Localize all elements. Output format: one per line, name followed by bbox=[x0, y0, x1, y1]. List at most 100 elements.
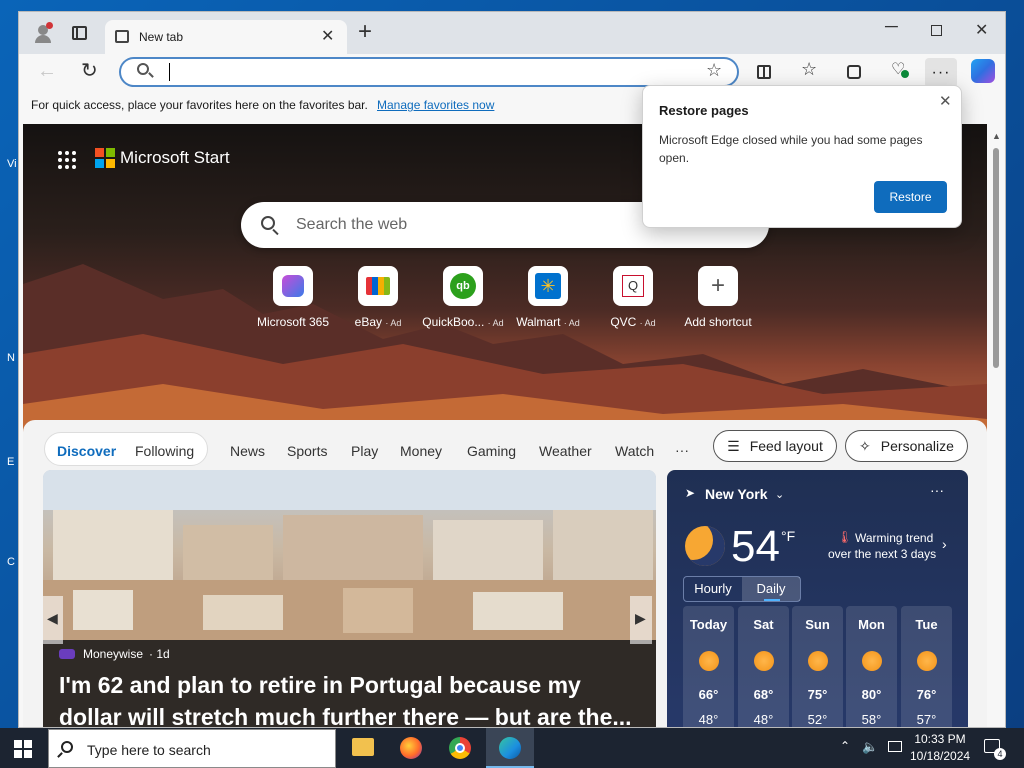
more-tabs-icon[interactable]: ··· bbox=[675, 442, 689, 458]
dialog-title: Restore pages bbox=[659, 103, 749, 118]
carousel-next-button[interactable]: ▶ bbox=[630, 596, 652, 644]
tab-new-tab[interactable]: New tab ✕ bbox=[105, 20, 347, 54]
shortcut-walmart[interactable]: ✳ Walmart · Ad bbox=[503, 266, 593, 329]
desktop-icon-label: Vi bbox=[7, 158, 17, 170]
shortcut-add[interactable]: + Add shortcut bbox=[673, 266, 763, 329]
forecast-day-name: Tue bbox=[915, 617, 938, 632]
address-bar[interactable]: ☆ bbox=[119, 57, 739, 87]
manage-favorites-link[interactable]: Manage favorites now bbox=[377, 98, 494, 112]
brand-title[interactable]: Microsoft Start bbox=[120, 148, 230, 168]
shortcut-quickbooks[interactable]: qb QuickBoo... · Ad bbox=[418, 266, 508, 329]
forecast-day[interactable]: Mon 80° 58° bbox=[846, 606, 897, 727]
ad-badge: · Ad bbox=[385, 318, 402, 328]
tab-actions-button[interactable] bbox=[63, 18, 95, 48]
headline-line: dollar will stretch much further there —… bbox=[59, 704, 632, 728]
refresh-icon[interactable]: ↻ bbox=[81, 58, 98, 83]
tab-watch[interactable]: Watch bbox=[615, 443, 654, 459]
network-icon[interactable] bbox=[888, 741, 902, 752]
page-scrollbar[interactable]: ▲ bbox=[987, 124, 1005, 727]
shortcut-ebay[interactable]: eBay · Ad bbox=[333, 266, 423, 329]
forecast-low: 52° bbox=[807, 712, 828, 727]
new-tab-plus-icon[interactable]: + bbox=[358, 18, 372, 46]
split-screen-icon[interactable] bbox=[757, 65, 771, 79]
chrome-icon[interactable] bbox=[449, 737, 471, 759]
tab-gaming[interactable]: Gaming bbox=[467, 443, 516, 459]
tab-sports[interactable]: Sports bbox=[287, 443, 327, 459]
close-icon[interactable]: ✕ bbox=[939, 92, 952, 110]
forecast-day[interactable]: Today 66° 48° bbox=[683, 606, 734, 727]
forecast-high: 66° bbox=[698, 687, 719, 702]
forecast-low: 48° bbox=[698, 712, 719, 727]
temperature-unit[interactable]: °F bbox=[781, 528, 795, 544]
profile-button[interactable] bbox=[27, 18, 59, 48]
clock-date[interactable]: 10/18/2024 bbox=[910, 749, 970, 763]
weather-card[interactable]: ➤ New York ⌄ ··· 54 °F 🌡 Warming trend o… bbox=[667, 470, 968, 727]
close-tab-icon[interactable]: ✕ bbox=[321, 26, 334, 46]
back-arrow-icon[interactable]: ← bbox=[37, 60, 57, 83]
restore-pages-dialog: Restore pages ✕ Microsoft Edge closed wh… bbox=[642, 85, 962, 228]
forecast-day[interactable]: Sun 75° 52° bbox=[792, 606, 843, 727]
walmart-icon: ✳ bbox=[528, 266, 568, 306]
personalize-star-icon: ✧ bbox=[859, 437, 871, 454]
maximize-icon[interactable] bbox=[931, 25, 942, 36]
plus-icon: + bbox=[698, 266, 738, 306]
clock-time[interactable]: 10:33 PM bbox=[910, 732, 970, 746]
chevron-right-icon[interactable]: › bbox=[942, 536, 947, 552]
forecast-day[interactable]: Tue 76° 57° bbox=[901, 606, 952, 727]
tab-weather[interactable]: Weather bbox=[539, 443, 592, 459]
restore-button[interactable]: Restore bbox=[874, 181, 947, 213]
forecast-day[interactable]: Sat 68° 48° bbox=[738, 606, 789, 727]
weather-more-icon[interactable]: ··· bbox=[930, 482, 944, 498]
sliders-icon: ☰ bbox=[727, 437, 740, 454]
selected-indicator bbox=[764, 599, 780, 601]
scroll-up-icon[interactable]: ▲ bbox=[992, 131, 1001, 141]
location-arrow-icon: ➤ bbox=[685, 486, 696, 500]
tab-daily[interactable]: Daily bbox=[742, 577, 800, 601]
shortcut-microsoft-365[interactable]: Microsoft 365 bbox=[248, 266, 338, 329]
personalize-button[interactable]: ✧ Personalize bbox=[845, 430, 968, 462]
scrollbar-thumb[interactable] bbox=[993, 148, 999, 368]
shortcut-label: Add shortcut bbox=[684, 315, 752, 329]
edge-taskbar-button[interactable] bbox=[486, 728, 534, 768]
favorites-icon[interactable]: ☆ bbox=[801, 59, 817, 80]
desktop-icon-label: E bbox=[7, 456, 15, 468]
tab-following[interactable]: Following bbox=[135, 443, 194, 459]
favorite-star-icon[interactable]: ☆ bbox=[706, 60, 722, 81]
search-input[interactable]: Search the web bbox=[296, 216, 407, 234]
forecast-high: 80° bbox=[861, 687, 882, 702]
tab-money[interactable]: Money bbox=[400, 443, 442, 459]
forecast-high: 76° bbox=[916, 687, 937, 702]
chevron-down-icon[interactable]: ⌄ bbox=[775, 488, 784, 501]
taskbar: Type here to search ⌃ 🔈 10:33 PM 10/18/2… bbox=[0, 728, 1024, 768]
show-hidden-icons-icon[interactable]: ⌃ bbox=[840, 739, 850, 753]
copilot-icon[interactable] bbox=[971, 59, 995, 83]
settings-more-button[interactable]: ··· bbox=[925, 58, 957, 88]
volume-muted-icon[interactable]: 🔈 bbox=[862, 739, 878, 755]
feed-layout-button[interactable]: ☰ Feed layout bbox=[713, 430, 837, 462]
shortcut-qvc[interactable]: Q QVC · Ad bbox=[588, 266, 678, 329]
shortcut-label: Walmart bbox=[516, 315, 561, 329]
minimize-icon[interactable]: ─ bbox=[885, 16, 898, 37]
tab-news[interactable]: News bbox=[230, 443, 265, 459]
article-age: · 1d bbox=[149, 647, 170, 661]
close-window-icon[interactable]: ✕ bbox=[975, 20, 988, 40]
app-launcher-icon[interactable] bbox=[57, 150, 77, 170]
article-source[interactable]: Moneywise bbox=[83, 647, 143, 661]
weather-location[interactable]: New York bbox=[705, 486, 768, 502]
tab-play[interactable]: Play bbox=[351, 443, 378, 459]
carousel-prev-button[interactable]: ◀ bbox=[43, 596, 63, 644]
more-dots-icon: ··· bbox=[931, 64, 951, 81]
ebay-icon bbox=[358, 266, 398, 306]
windows-start-icon[interactable] bbox=[14, 740, 32, 758]
microsoft-365-icon bbox=[273, 266, 313, 306]
taskbar-search-input[interactable]: Type here to search bbox=[87, 742, 211, 758]
tab-hourly[interactable]: Hourly bbox=[684, 577, 742, 601]
taskbar-search-box[interactable]: Type here to search bbox=[48, 729, 336, 768]
search-icon-handle bbox=[57, 752, 63, 758]
tab-discover[interactable]: Discover bbox=[57, 443, 116, 459]
collections-icon[interactable] bbox=[847, 65, 861, 79]
firefox-icon[interactable] bbox=[400, 737, 422, 759]
hero-article-card[interactable]: ◀ ▶ Moneywise · 1d I'm 62 and plan to re… bbox=[43, 470, 656, 728]
article-headline[interactable]: I'm 62 and plan to retire in Portugal be… bbox=[59, 669, 649, 728]
file-explorer-icon[interactable] bbox=[352, 738, 374, 756]
